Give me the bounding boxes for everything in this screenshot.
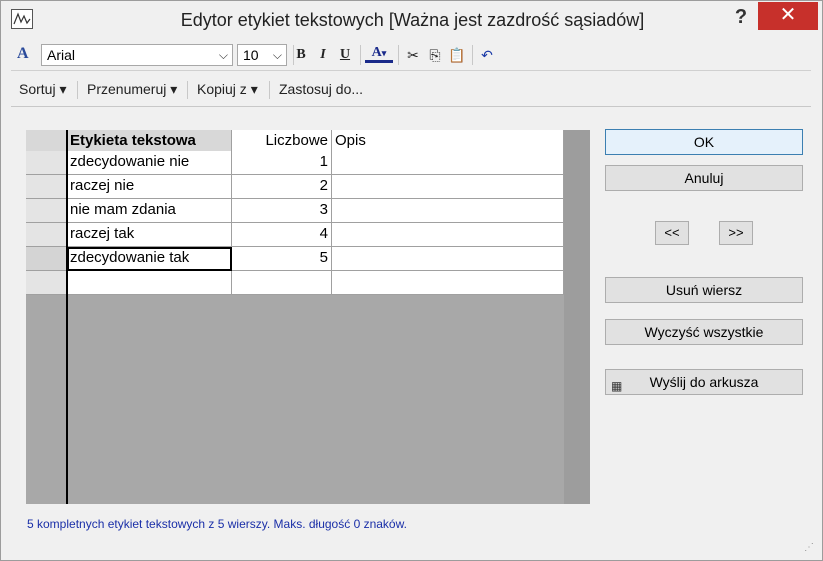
copy-from-menu[interactable]: Kopiuj z ▾ xyxy=(197,81,258,98)
row-header[interactable] xyxy=(26,271,67,295)
format-toolbar: A Arial ⌵ 10 ⌵ B I U A▾ ✂ ⎘ 📋 ↶ xyxy=(11,41,811,71)
table-row[interactable]: nie mam zdania 3 xyxy=(26,199,590,223)
title-bar: Edytor etykiet tekstowych [Ważna jest za… xyxy=(1,1,822,39)
apply-to-menu[interactable]: Zastosuj do... xyxy=(279,81,363,97)
font-size-select[interactable]: 10 ⌵ xyxy=(237,44,287,66)
value-cell[interactable]: 5 xyxy=(232,247,332,271)
grid-scroll-strip xyxy=(564,130,590,504)
font-size-value: 10 xyxy=(243,47,259,63)
labels-grid[interactable]: Etykieta tekstowa Liczbowe Opis zdecydow… xyxy=(26,130,590,504)
row-header[interactable] xyxy=(26,175,67,199)
delete-row-button[interactable]: Usuń wiersz xyxy=(605,277,803,303)
label-cell[interactable]: raczej nie xyxy=(67,175,232,199)
toolbar-separator xyxy=(472,45,473,65)
font-color-button[interactable]: A▾ xyxy=(365,45,393,63)
value-cell[interactable] xyxy=(232,271,332,295)
label-editor-dialog: Edytor etykiet tekstowych [Ważna jest za… xyxy=(0,0,823,561)
scissors-icon[interactable]: ✂ xyxy=(403,45,423,65)
copy-icon[interactable]: ⎘ xyxy=(425,45,445,65)
menu-bar: Sortuj ▾ Przenumeruj ▾ Kopiuj z ▾ Zastos… xyxy=(11,73,811,107)
description-cell[interactable] xyxy=(332,271,564,295)
grid-divider xyxy=(66,130,68,504)
ok-button[interactable]: OK xyxy=(605,129,803,155)
description-cell[interactable] xyxy=(332,223,564,247)
label-cell[interactable]: zdecydowanie nie xyxy=(67,151,232,175)
value-cell[interactable]: 3 xyxy=(232,199,332,223)
value-cell[interactable]: 2 xyxy=(232,175,332,199)
description-cell[interactable] xyxy=(332,151,564,175)
table-row-empty[interactable] xyxy=(26,271,590,295)
font-color-icon: A xyxy=(371,45,382,60)
toolbar-separator xyxy=(398,45,399,65)
prev-button[interactable]: << xyxy=(655,221,689,245)
label-cell-selected[interactable]: zdecydowanie tak xyxy=(67,247,232,271)
chevron-down-icon: ⌵ xyxy=(218,48,228,62)
menu-separator xyxy=(269,81,270,99)
renumber-menu[interactable]: Przenumeruj ▾ xyxy=(87,81,177,98)
clear-all-button[interactable]: Wyczyść wszystkie xyxy=(605,319,803,345)
menu-separator xyxy=(187,81,188,99)
next-button[interactable]: >> xyxy=(719,221,753,245)
help-button[interactable]: ? xyxy=(727,3,755,33)
underline-button[interactable]: U xyxy=(335,45,355,65)
cancel-button[interactable]: Anuluj xyxy=(605,165,803,191)
window-title: Edytor etykiet tekstowych [Ważna jest za… xyxy=(180,10,645,30)
status-text: 5 kompletnych etykiet tekstowych z 5 wie… xyxy=(27,517,407,531)
row-header[interactable] xyxy=(26,151,67,175)
table-row[interactable]: raczej nie 2 xyxy=(26,175,590,199)
bold-button[interactable]: B xyxy=(291,45,311,65)
description-cell[interactable] xyxy=(332,199,564,223)
table-row[interactable]: raczej tak 4 xyxy=(26,223,590,247)
undo-icon[interactable]: ↶ xyxy=(477,45,497,65)
font-name-value: Arial xyxy=(47,47,76,63)
font-name-select[interactable]: Arial ⌵ xyxy=(41,44,233,66)
description-cell[interactable] xyxy=(332,247,564,271)
send-to-sheet-label: Wyślij do arkusza xyxy=(649,374,759,390)
label-cell[interactable]: raczej tak xyxy=(67,223,232,247)
value-cell[interactable]: 1 xyxy=(232,151,332,175)
row-header[interactable] xyxy=(26,199,67,223)
menu-separator xyxy=(77,81,78,99)
table-row[interactable]: zdecydowanie tak 5 xyxy=(26,247,590,271)
paste-icon[interactable]: 📋 xyxy=(447,45,467,65)
resize-grip-icon[interactable]: ⋰ xyxy=(804,542,816,554)
spreadsheet-icon: ▦ xyxy=(611,379,623,393)
value-cell[interactable]: 4 xyxy=(232,223,332,247)
font-icon[interactable]: A xyxy=(17,45,29,63)
sort-menu[interactable]: Sortuj ▾ xyxy=(19,81,67,98)
close-button[interactable]: ✕ xyxy=(758,2,818,30)
label-cell[interactable] xyxy=(67,271,232,295)
description-cell[interactable] xyxy=(332,175,564,199)
chevron-down-icon: ⌵ xyxy=(272,48,282,62)
italic-button[interactable]: I xyxy=(313,45,333,65)
send-to-sheet-button[interactable]: ▦ Wyślij do arkusza xyxy=(605,369,803,395)
table-row[interactable]: zdecydowanie nie 1 xyxy=(26,151,590,175)
row-header[interactable] xyxy=(26,223,67,247)
label-cell[interactable]: nie mam zdania xyxy=(67,199,232,223)
toolbar-separator xyxy=(360,45,361,65)
row-header[interactable] xyxy=(26,247,67,271)
